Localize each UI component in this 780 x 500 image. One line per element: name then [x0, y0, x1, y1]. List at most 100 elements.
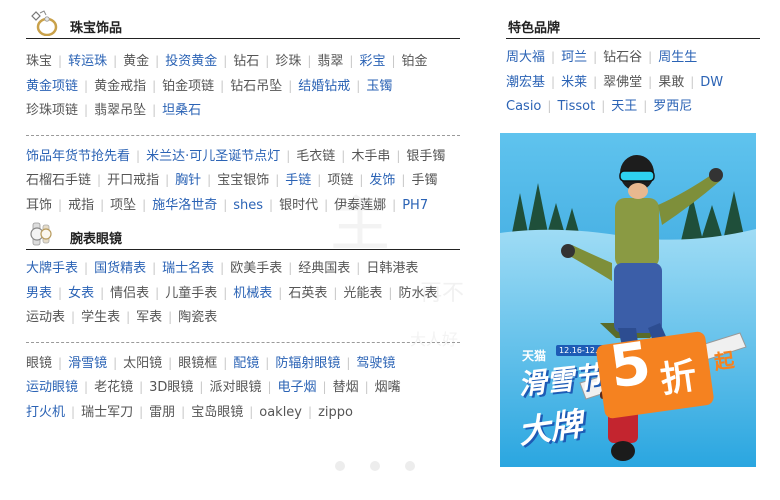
- jewelry-link[interactable]: 珍珠: [275, 54, 301, 69]
- brand-link[interactable]: 钻石谷: [603, 50, 642, 65]
- glasses-link[interactable]: 驾驶镜: [356, 356, 395, 371]
- link-separator: |: [113, 355, 118, 370]
- accessory-link[interactable]: 耳饰: [26, 198, 52, 213]
- jewelry-link[interactable]: 翡翠吊坠: [94, 103, 146, 118]
- watch-link[interactable]: 男表: [26, 286, 52, 301]
- brand-link[interactable]: Casio: [506, 99, 541, 114]
- accessory-link[interactable]: 项链: [327, 173, 353, 188]
- watch-link[interactable]: 运动表: [26, 310, 65, 325]
- brand-link[interactable]: 潮宏基: [506, 75, 545, 90]
- watch-link[interactable]: 女表: [68, 286, 94, 301]
- watch-link[interactable]: 欧美手表: [230, 261, 282, 276]
- brand-link[interactable]: 珂兰: [561, 50, 587, 65]
- accessory-link[interactable]: 饰品年货节抢先看: [26, 149, 130, 164]
- ski-festival-banner[interactable]: 天猫 12.16-12.18 滑雪节 大牌 5 折 起: [500, 133, 756, 467]
- link-separator: |: [601, 99, 606, 113]
- glasses-link[interactable]: 3D眼镜: [149, 380, 193, 395]
- jewelry-link[interactable]: 转运珠: [68, 54, 107, 69]
- watch-link[interactable]: 日韩港表: [366, 261, 418, 276]
- watch-link[interactable]: 国货精表: [94, 261, 146, 276]
- jewelry-link[interactable]: 翡翠: [317, 54, 343, 69]
- jewelry-link[interactable]: 投资黄金: [165, 54, 217, 69]
- accessory-link[interactable]: shes: [233, 198, 263, 213]
- brand-link[interactable]: Tissot: [557, 99, 595, 114]
- brand-link[interactable]: 翠佛堂: [603, 75, 642, 90]
- accessory-link[interactable]: 戒指: [68, 198, 94, 213]
- brand-link[interactable]: 果敢: [658, 75, 684, 90]
- watch-link[interactable]: 经典国表: [298, 261, 350, 276]
- watch-link[interactable]: 机械表: [233, 286, 272, 301]
- link-separator: |: [223, 355, 228, 370]
- accessory-link[interactable]: 施华洛世奇: [152, 198, 217, 213]
- accessory-link[interactable]: 发饰: [369, 173, 395, 188]
- watch-link[interactable]: 大牌手表: [26, 261, 78, 276]
- jewelry-link[interactable]: 玉镯: [366, 79, 392, 94]
- glasses-link[interactable]: 配镜: [233, 356, 259, 371]
- accessory-link[interactable]: 木手串: [351, 149, 390, 164]
- brand-link[interactable]: DW: [700, 75, 723, 90]
- glasses-link[interactable]: oakley: [259, 405, 302, 420]
- brand-link[interactable]: 天王: [611, 99, 637, 114]
- accessory-link[interactable]: 米兰达·可儿圣诞节点灯: [146, 149, 280, 164]
- glasses-link[interactable]: 老花镜: [94, 380, 133, 395]
- glasses-link[interactable]: 派对眼镜: [209, 380, 261, 395]
- glasses-link[interactable]: 运动眼镜: [26, 380, 78, 395]
- accessory-link[interactable]: 银手镯: [406, 149, 445, 164]
- jewelry-link[interactable]: 结婚钻戒: [298, 79, 350, 94]
- link-separator: |: [391, 54, 396, 68]
- watch-link[interactable]: 防水表: [398, 286, 437, 301]
- link-separator: |: [207, 173, 212, 187]
- watch-link[interactable]: 陶瓷表: [178, 310, 217, 325]
- glasses-link[interactable]: 瑞士军刀: [81, 405, 133, 420]
- accessory-link[interactable]: 毛衣链: [296, 149, 335, 164]
- glasses-link[interactable]: 宝岛眼镜: [191, 405, 243, 420]
- watch-row: 大牌手表 | 国货精表 | 瑞士名表 | 欧美手表 | 经典国表 | 日韩港表: [26, 256, 460, 281]
- accessory-link[interactable]: 石榴石手链: [26, 173, 91, 188]
- accessory-link[interactable]: 伊泰莲娜: [334, 198, 386, 213]
- glasses-link[interactable]: 烟嘴: [375, 380, 401, 395]
- link-separator: |: [322, 380, 327, 394]
- link-separator: |: [126, 310, 131, 324]
- jewelry-link[interactable]: 黄金: [123, 54, 149, 69]
- accessory-link[interactable]: 银时代: [279, 198, 318, 213]
- jewelry-link[interactable]: 钻石: [233, 54, 259, 69]
- accessory-link[interactable]: 手镯: [411, 173, 437, 188]
- glasses-link[interactable]: 眼镜框: [178, 356, 217, 371]
- accessory-link[interactable]: 开口戒指: [107, 173, 159, 188]
- jewelry-link[interactable]: 铂金: [402, 54, 428, 69]
- watch-link[interactable]: 学生表: [81, 310, 120, 325]
- jewelry-link[interactable]: 黄金项链: [26, 79, 78, 94]
- accessory-link[interactable]: 宝宝银饰: [217, 173, 269, 188]
- glasses-link[interactable]: 打火机: [26, 405, 65, 420]
- glasses-link[interactable]: 电子烟: [278, 380, 317, 395]
- accessory-link[interactable]: 胸针: [175, 173, 201, 188]
- glasses-link[interactable]: 太阳镜: [123, 356, 162, 371]
- glasses-link[interactable]: 防辐射眼镜: [275, 356, 340, 371]
- brand-link[interactable]: 周生生: [658, 50, 697, 65]
- accessory-link[interactable]: 手链: [285, 173, 311, 188]
- brand-link[interactable]: 罗西尼: [653, 99, 692, 114]
- glasses-link[interactable]: 雷朋: [149, 405, 175, 420]
- accessory-link[interactable]: PH7: [402, 198, 428, 213]
- jewelry-link[interactable]: 珠宝: [26, 54, 52, 69]
- watch-link[interactable]: 石英表: [288, 286, 327, 301]
- brand-link[interactable]: 米莱: [561, 75, 587, 90]
- watch-link[interactable]: 光能表: [343, 286, 382, 301]
- brand-link[interactable]: 周大福: [506, 50, 545, 65]
- watch-link[interactable]: 儿童手表: [165, 286, 217, 301]
- jewelry-link[interactable]: 黄金戒指: [94, 79, 146, 94]
- watch-link[interactable]: 军表: [136, 310, 162, 325]
- glasses-link[interactable]: 滑雪镜: [68, 356, 107, 371]
- jewelry-link[interactable]: 钻石吊坠: [230, 79, 282, 94]
- accessory-link[interactable]: 项坠: [110, 198, 136, 213]
- jewelry-link[interactable]: 铂金项链: [162, 79, 214, 94]
- link-separator: |: [317, 173, 322, 187]
- glasses-link[interactable]: 眼镜: [26, 356, 52, 371]
- watch-link[interactable]: 情侣表: [110, 286, 149, 301]
- jewelry-link[interactable]: 彩宝: [359, 54, 385, 69]
- glasses-link[interactable]: zippo: [318, 405, 353, 420]
- watch-link[interactable]: 瑞士名表: [162, 261, 214, 276]
- glasses-link[interactable]: 替烟: [333, 380, 359, 395]
- jewelry-link[interactable]: 珍珠项链: [26, 103, 78, 118]
- jewelry-link[interactable]: 坦桑石: [162, 103, 201, 118]
